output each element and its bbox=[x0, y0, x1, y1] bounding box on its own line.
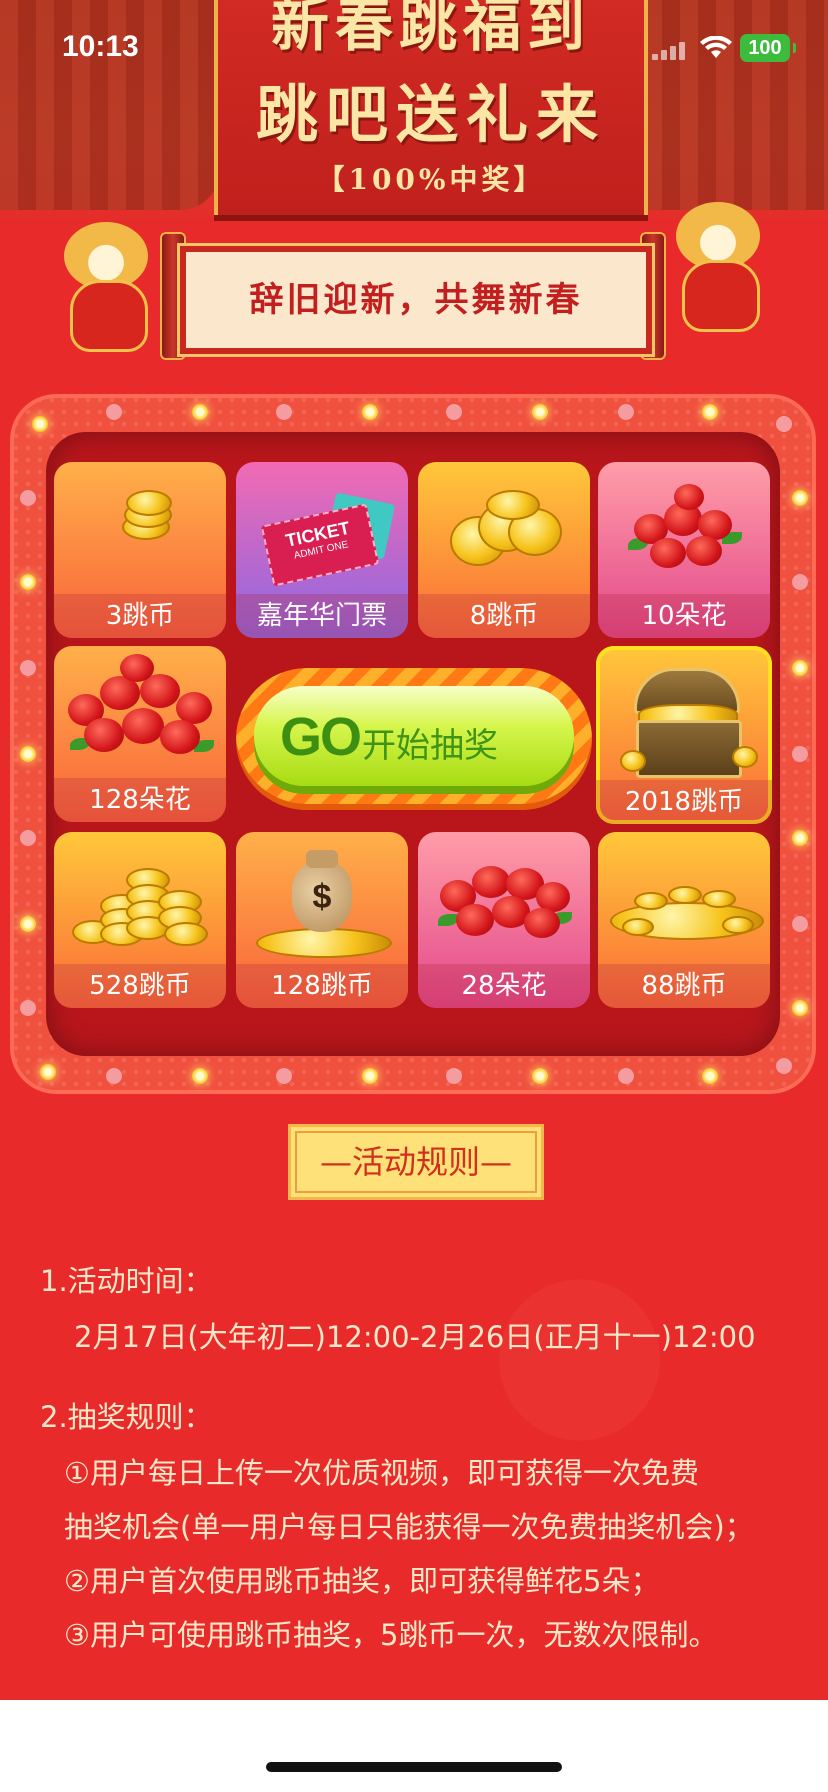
light-bulb-icon bbox=[618, 404, 634, 420]
light-bulb-icon bbox=[276, 404, 292, 420]
roses-icon bbox=[598, 462, 770, 594]
cellular-signal-icon bbox=[652, 40, 692, 60]
light-bulb-icon bbox=[40, 1064, 56, 1080]
light-bulb-icon bbox=[446, 1068, 462, 1084]
light-bulb-icon bbox=[106, 404, 122, 420]
light-bulb-icon bbox=[20, 574, 36, 590]
wifi-icon bbox=[700, 36, 732, 58]
roses-icon bbox=[54, 646, 226, 778]
prize-tile-128-coins[interactable]: $ 128跳币 bbox=[236, 832, 408, 1008]
light-bulb-icon bbox=[702, 1068, 718, 1084]
start-lottery-label: 开始抽奖 bbox=[362, 726, 498, 766]
prize-label: 128跳币 bbox=[236, 964, 408, 1008]
light-bulb-icon bbox=[20, 660, 36, 676]
coins-icon bbox=[418, 462, 590, 594]
prize-label: 10朵花 bbox=[598, 594, 770, 638]
coin-stacks-icon bbox=[54, 832, 226, 964]
rule-c: ③用户可使用跳币抽奖，5跳币一次，无数次限制。 bbox=[64, 1618, 718, 1652]
home-indicator[interactable] bbox=[266, 1762, 562, 1772]
light-bulb-icon bbox=[702, 404, 718, 420]
light-bulb-icon bbox=[192, 1068, 208, 1084]
rule-section-1-title: 1.活动时间： bbox=[40, 1264, 213, 1298]
prize-label: 嘉年华门票 bbox=[236, 594, 408, 638]
light-bulb-icon bbox=[32, 416, 48, 432]
rule-section-1-body: 2月17日(大年初二)12:00-2月26日(正月十一)12:00 bbox=[74, 1320, 756, 1354]
slogan-scroll: 辞旧迎新，共舞新春 bbox=[180, 246, 652, 354]
money-bag-symbol: $ bbox=[292, 862, 352, 932]
go-text: GO bbox=[280, 707, 362, 767]
prize-label: 2018跳币 bbox=[596, 780, 772, 824]
status-bar: 10:13 100 bbox=[0, 0, 828, 94]
roses-icon bbox=[418, 832, 590, 964]
light-bulb-icon bbox=[792, 746, 808, 762]
title-subtitle: 【100%中奖】 bbox=[316, 163, 546, 196]
light-bulb-icon bbox=[20, 746, 36, 762]
prize-tile-carnival-ticket[interactable]: TICKET ADMIT ONE 嘉年华门票 bbox=[236, 462, 408, 638]
light-bulb-icon bbox=[532, 404, 548, 420]
light-bulb-icon bbox=[792, 830, 808, 846]
light-bulb-icon bbox=[532, 1068, 548, 1084]
light-bulb-icon bbox=[276, 1068, 292, 1084]
status-time: 10:13 bbox=[62, 30, 139, 63]
light-bulb-icon bbox=[20, 1000, 36, 1016]
light-bulb-icon bbox=[792, 574, 808, 590]
light-bulb-icon bbox=[106, 1068, 122, 1084]
prize-tile-10-flowers[interactable]: 10朵花 bbox=[598, 462, 770, 638]
light-bulb-icon bbox=[446, 404, 462, 420]
lottery-page: 新春跳福到 跳吧送礼来 【100%中奖】 10:13 100 辞旧迎新，共舞新春 bbox=[0, 0, 828, 1700]
light-bulb-icon bbox=[792, 660, 808, 676]
prize-label: 8跳币 bbox=[418, 594, 590, 638]
light-bulb-icon bbox=[792, 916, 808, 932]
ticket-icon: TICKET ADMIT ONE bbox=[236, 462, 408, 594]
money-bag-icon: $ bbox=[236, 832, 408, 964]
battery-indicator: 100 bbox=[740, 34, 796, 62]
light-bulb-icon bbox=[776, 1058, 792, 1074]
light-bulb-icon bbox=[20, 490, 36, 506]
rule-b: ②用户首次使用跳币抽奖，即可获得鲜花5朵； bbox=[64, 1564, 660, 1598]
prize-tile-128-flowers[interactable]: 128朵花 bbox=[54, 646, 226, 822]
rule-a-line-1: ①用户每日上传一次优质视频，即可获得一次免费 bbox=[64, 1456, 699, 1490]
prize-label: 128朵花 bbox=[54, 778, 226, 822]
light-bulb-icon bbox=[792, 490, 808, 506]
rules-title: —活动规则— bbox=[288, 1124, 544, 1200]
light-bulb-icon bbox=[20, 830, 36, 846]
prize-label: 28朵花 bbox=[418, 964, 590, 1008]
prize-tile-528-coins[interactable]: 528跳币 bbox=[54, 832, 226, 1008]
dog-mascot-right-icon bbox=[656, 202, 776, 332]
rule-section-2-title: 2.抽奖规则： bbox=[40, 1400, 213, 1434]
coin-pile-icon bbox=[598, 832, 770, 964]
prize-tile-8-coins[interactable]: 8跳币 bbox=[418, 462, 590, 638]
prize-tile-3-coins[interactable]: 3跳币 bbox=[54, 462, 226, 638]
prize-tile-28-flowers[interactable]: 28朵花 bbox=[418, 832, 590, 1008]
prize-label: 88跳币 bbox=[598, 964, 770, 1008]
prize-tile-88-coins[interactable]: 88跳币 bbox=[598, 832, 770, 1008]
dog-mascot-left-icon bbox=[44, 222, 164, 352]
prize-label: 3跳币 bbox=[54, 594, 226, 638]
light-bulb-icon bbox=[192, 404, 208, 420]
coins-icon bbox=[54, 462, 226, 594]
prize-label: 528跳币 bbox=[54, 964, 226, 1008]
rule-a-line-2: 抽奖机会(单一用户每日只能获得一次免费抽奖机会)； bbox=[64, 1510, 754, 1544]
light-bulb-icon bbox=[792, 1000, 808, 1016]
light-bulb-icon bbox=[362, 404, 378, 420]
light-bulb-icon bbox=[618, 1068, 634, 1084]
light-bulb-icon bbox=[776, 416, 792, 432]
treasure-chest-icon bbox=[596, 646, 772, 778]
light-bulb-icon bbox=[362, 1068, 378, 1084]
prize-tile-2018-coins[interactable]: 2018跳币 bbox=[596, 646, 772, 824]
light-bulb-icon bbox=[20, 916, 36, 932]
